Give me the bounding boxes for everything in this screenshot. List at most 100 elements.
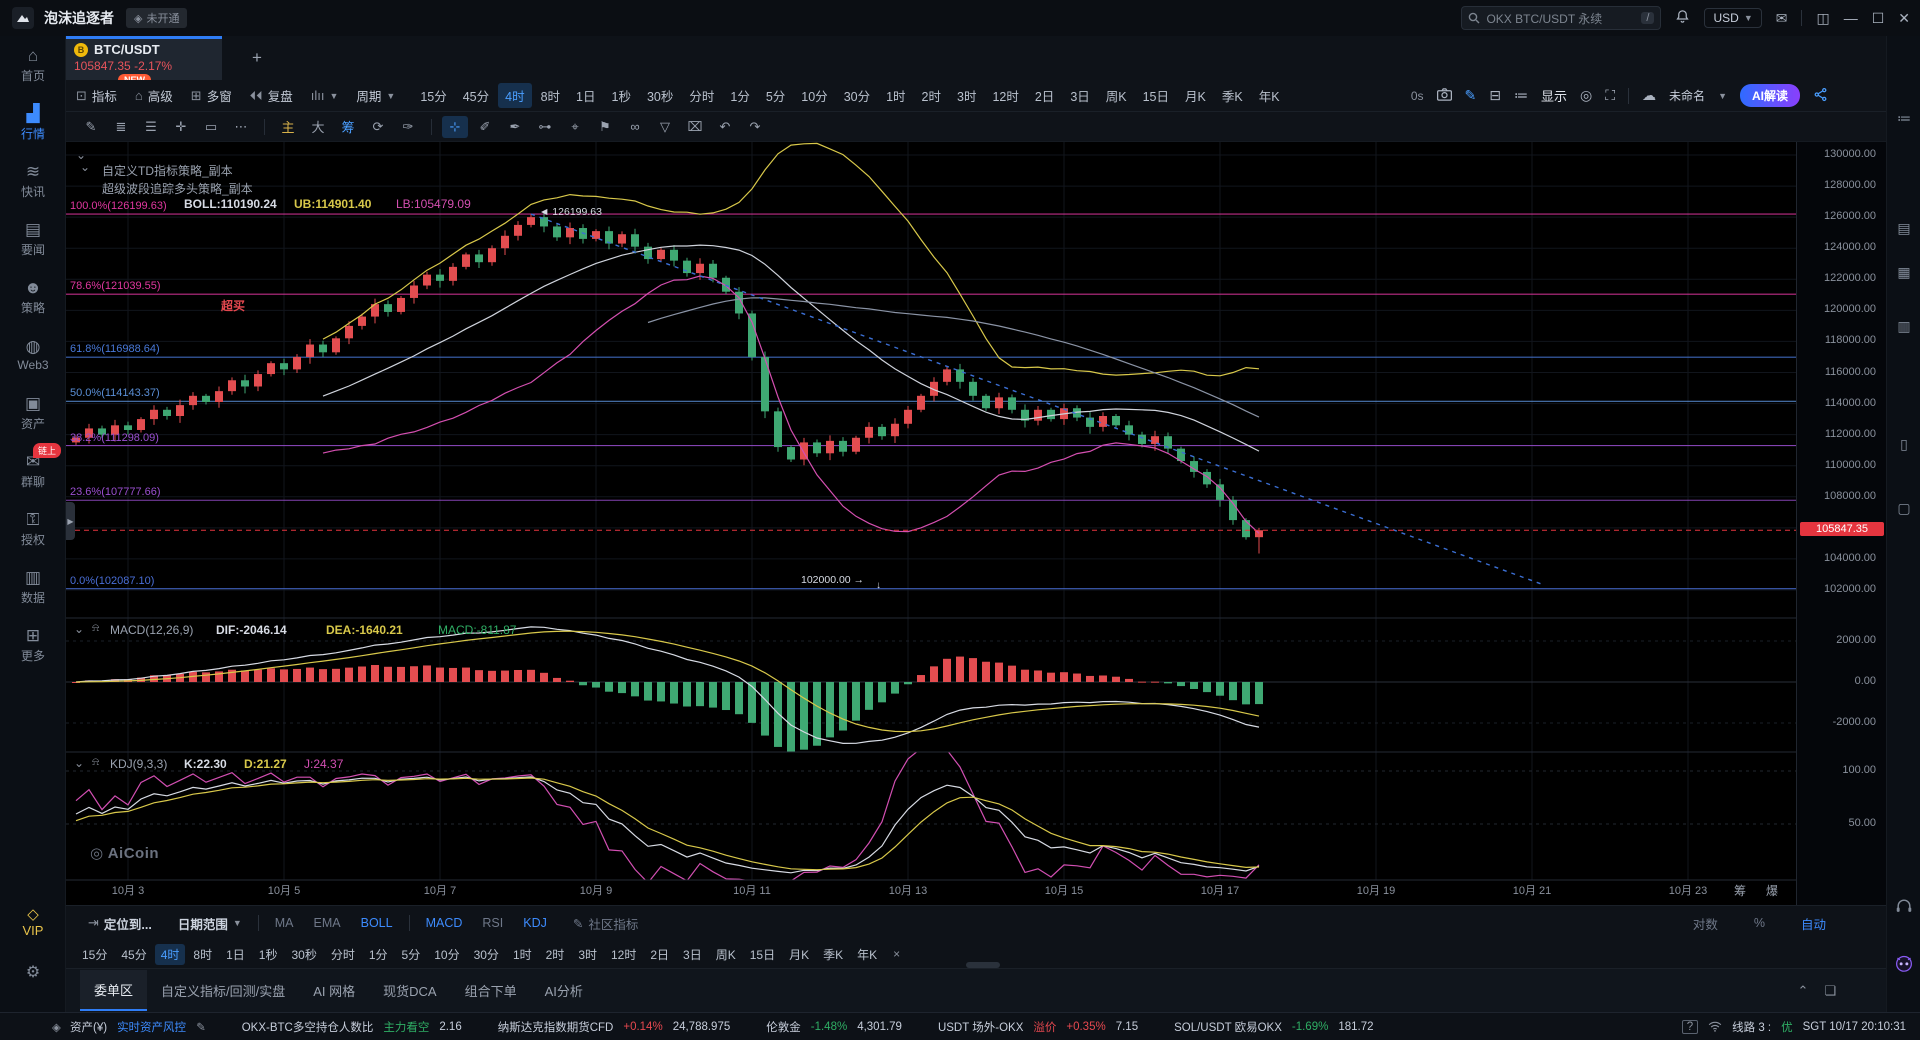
timeframe-1时[interactable]: 1时: [879, 83, 912, 108]
refresh-icon[interactable]: ⟳: [365, 116, 391, 138]
flag-icon[interactable]: ⚑: [592, 116, 618, 138]
bottom-tab-AI 网格[interactable]: AI 网格: [299, 971, 369, 1010]
scale-toggle-对数[interactable]: 对数: [1683, 914, 1728, 933]
timeframe-年K[interactable]: 年K: [851, 944, 883, 965]
pen-tool-icon[interactable]: ✒: [502, 116, 528, 138]
candlestick-chart[interactable]: [66, 142, 1796, 905]
status-item[interactable]: SOL/USDT 欧易OKX: [1174, 1019, 1282, 1035]
timeframe-1时[interactable]: 1时: [507, 944, 538, 965]
timeframe-30分[interactable]: 30分: [837, 83, 877, 108]
timeframe-月K[interactable]: 月K: [783, 944, 815, 965]
timeframe-30秒[interactable]: 30秒: [285, 944, 322, 965]
collapse-chevron-icon[interactable]: ⌄: [80, 160, 90, 174]
timeframe-1日[interactable]: 1日: [569, 83, 602, 108]
status-item[interactable]: 实时资产风控: [117, 1019, 186, 1035]
edit-icon[interactable]: ✎: [196, 1020, 206, 1034]
dock-panel-icon[interactable]: ⊟: [1489, 87, 1501, 104]
layout-name-dropdown[interactable]: 未命名: [1669, 87, 1705, 104]
timeframe-2日[interactable]: 2日: [1028, 83, 1061, 108]
more-tools-icon[interactable]: ⋯: [228, 116, 254, 138]
timeframe-1日[interactable]: 1日: [220, 944, 251, 965]
status-item[interactable]: 主力看空: [383, 1019, 429, 1035]
chip-toggle[interactable]: 筹: [1734, 882, 1746, 899]
timeframe-分时[interactable]: 分时: [682, 83, 721, 108]
status-item[interactable]: 伦敦金: [766, 1019, 801, 1035]
depth-panel-icon[interactable]: ▦: [1887, 264, 1920, 281]
sidebar-item-auth[interactable]: ⚿授权: [0, 500, 66, 558]
status-item[interactable]: 2.16: [439, 1021, 461, 1033]
delete-drawing-icon[interactable]: ⌧: [682, 116, 708, 138]
status-item[interactable]: -1.48%: [811, 1021, 847, 1033]
chart-style-dropdown[interactable]: ılıı▼: [311, 88, 339, 103]
bottom-tab-AI分析[interactable]: AI分析: [531, 971, 597, 1010]
search-box[interactable]: /: [1461, 6, 1661, 30]
timeframe-周K[interactable]: 周K: [1099, 83, 1134, 108]
indicator-toggle-RSI[interactable]: RSI: [472, 916, 513, 930]
scale-toggle-%[interactable]: %: [1744, 916, 1775, 930]
status-item[interactable]: USDT 场外-OKX: [938, 1019, 1023, 1035]
notifications-bell-icon[interactable]: [1675, 9, 1690, 27]
sidebar-item-vip[interactable]: ◇ VIP: [0, 905, 66, 938]
timeframe-15日[interactable]: 15日: [744, 944, 781, 965]
status-item[interactable]: 溢价: [1033, 1019, 1056, 1035]
mail-icon[interactable]: ✉: [1776, 10, 1788, 27]
bottom-tab-现货DCA[interactable]: 现货DCA: [369, 971, 450, 1010]
status-item[interactable]: 24,788.975: [673, 1021, 731, 1033]
status-item[interactable]: OKX-BTC多空持仓人数比: [242, 1019, 374, 1035]
timeframe-2时[interactable]: 2时: [540, 944, 571, 965]
timeframe-4时[interactable]: 4时: [498, 83, 531, 108]
timeframe-5分[interactable]: 5分: [759, 83, 792, 108]
status-item[interactable]: 181.72: [1338, 1021, 1373, 1033]
sidebar-item-flash-news[interactable]: ≋快讯: [0, 152, 66, 210]
timeframe-10分[interactable]: 10分: [794, 83, 834, 108]
support-headset-icon[interactable]: [1887, 898, 1920, 917]
filter-icon[interactable]: ▽: [652, 116, 678, 138]
price-alert-label[interactable]: 102000.00 →: [801, 574, 864, 586]
timeframe-1分[interactable]: 1分: [363, 944, 394, 965]
annotate-icon[interactable]: ✐: [472, 116, 498, 138]
expand-panel-icon[interactable]: ❏: [1824, 983, 1836, 999]
sidebar-item-assets[interactable]: ▣资产: [0, 384, 66, 442]
locate-button[interactable]: ⇥定位到...: [78, 914, 162, 933]
link-icon[interactable]: ∞: [622, 116, 648, 138]
share-icon[interactable]: [1813, 87, 1828, 105]
edit-pen-icon[interactable]: ✎: [1465, 87, 1477, 104]
timeframe-年K[interactable]: 年K: [1252, 83, 1287, 108]
close-button[interactable]: ✕: [1898, 10, 1910, 27]
measure-icon[interactable]: ⊶: [532, 116, 558, 138]
timeframe-3日[interactable]: 3日: [677, 944, 708, 965]
kdj-collapse-icon[interactable]: ⌄: [74, 756, 84, 770]
date-range-button[interactable]: 日期范围▼: [168, 914, 252, 933]
timeframe-8时[interactable]: 8时: [534, 83, 567, 108]
timeframe-12时[interactable]: 12时: [605, 944, 642, 965]
timeframe-45分[interactable]: 45分: [115, 944, 152, 965]
target-icon[interactable]: ⌖: [562, 116, 588, 138]
market-panel-icon[interactable]: ▤: [1887, 220, 1920, 237]
liquidation-toggle[interactable]: 爆: [1766, 882, 1778, 899]
tab-btc-usdt[interactable]: B BTC/USDT 105847.35 -2.17% NEW: [66, 36, 222, 80]
overlay-toggle-EMA[interactable]: EMA: [304, 916, 351, 930]
indicator-toggle-KDJ[interactable]: KDJ: [513, 916, 557, 930]
draw-pencil-icon[interactable]: ✎: [78, 116, 104, 138]
timeframe-15日[interactable]: 15日: [1136, 83, 1176, 108]
timeframe-8时[interactable]: 8时: [187, 944, 218, 965]
ai-assistant-robot-icon[interactable]: [1887, 954, 1920, 975]
watchlist-edit-icon[interactable]: ≔: [1887, 110, 1920, 127]
collapse-up-icon[interactable]: ⌃: [1797, 983, 1808, 999]
kdj-alert-bell-icon[interactable]: ⍾: [92, 756, 99, 769]
timeframe-12时[interactable]: 12时: [985, 83, 1025, 108]
undo-icon[interactable]: ↶: [712, 116, 738, 138]
help-icon[interactable]: ?: [1682, 1020, 1698, 1034]
timeframe-1秒[interactable]: 1秒: [605, 83, 638, 108]
timeframe-4时[interactable]: 4时: [155, 944, 186, 965]
settings-gear-icon[interactable]: ⚙: [0, 962, 66, 982]
ai-interpret-button[interactable]: AI解读: [1740, 84, 1800, 107]
phone-app-icon[interactable]: ▯: [1887, 436, 1920, 453]
monitor-icon[interactable]: ▢: [1887, 500, 1920, 517]
account-status-badge[interactable]: ◈ 未开通: [126, 8, 187, 28]
timeframe-3日[interactable]: 3日: [1063, 83, 1096, 108]
select-tool-icon[interactable]: ⊹: [442, 116, 468, 138]
rectangle-tool-icon[interactable]: ▭: [198, 116, 224, 138]
panel-expand-handle[interactable]: ▶: [66, 502, 75, 540]
redo-icon[interactable]: ↷: [742, 116, 768, 138]
